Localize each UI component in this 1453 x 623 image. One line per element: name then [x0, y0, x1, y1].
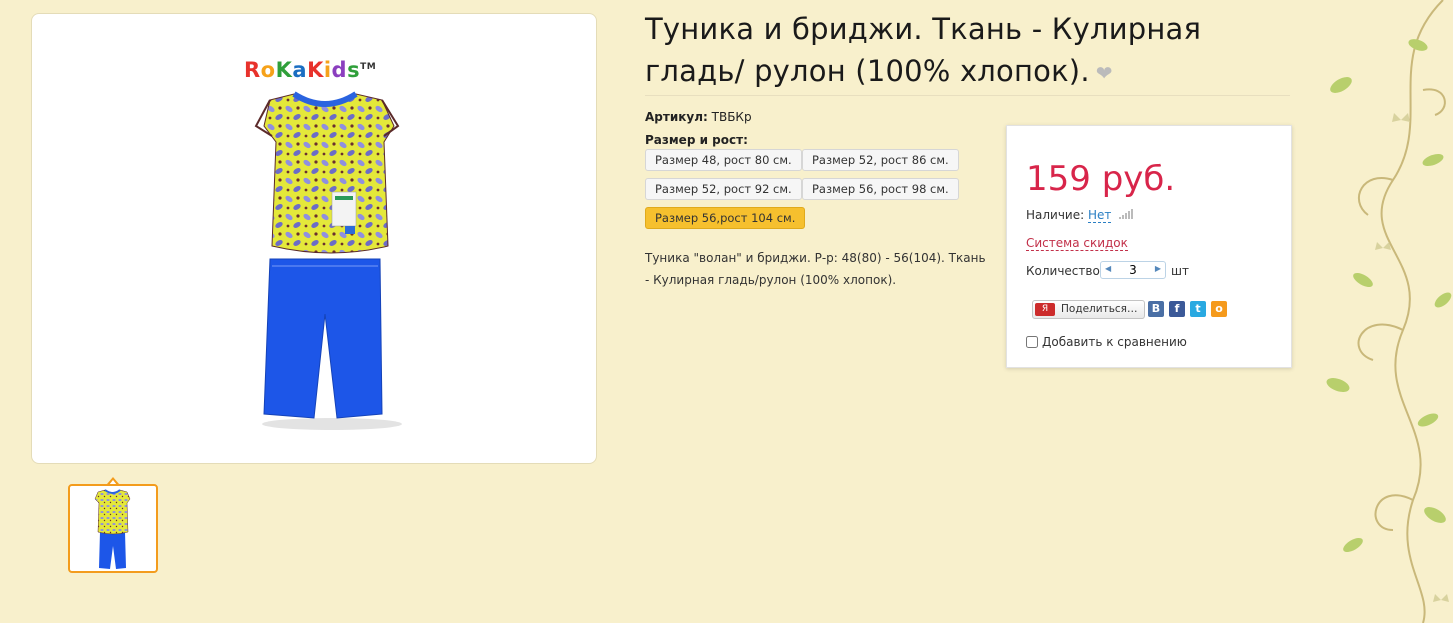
share-button-label: Поделиться… [1061, 303, 1138, 315]
quantity-input[interactable] [1116, 263, 1150, 277]
facebook-icon[interactable]: f [1169, 301, 1185, 317]
discount-system-link[interactable]: Система скидок [1026, 236, 1128, 251]
twitter-icon[interactable]: t [1190, 301, 1206, 317]
title-divider [645, 95, 1290, 96]
product-description: Туника "волан" и бриджи. Р-р: 48(80) - 5… [645, 251, 986, 287]
product-thumbnail[interactable] [68, 484, 158, 573]
availability: Наличие: Нет [1026, 208, 1134, 223]
buy-panel: 159 руб. Наличие: Нет Система скидок Кол… [1006, 125, 1292, 368]
size-option[interactable]: Размер 48, рост 80 см. [645, 149, 802, 171]
compare-checkbox[interactable] [1026, 336, 1038, 348]
size-label: Размер и рост: [645, 133, 748, 147]
product-title: Туника и бриджи. Ткань - Кулирная гладь/… [645, 8, 1285, 94]
thumbnail-pointer [107, 477, 119, 485]
heart-icon[interactable]: ❤ [1096, 52, 1113, 94]
compare-label: Добавить к сравнению [1042, 335, 1187, 349]
increment-arrow-icon[interactable]: ▶ [1155, 264, 1161, 273]
size-option[interactable]: Размер 52, рост 86 см. [802, 149, 959, 171]
quantity-unit: шт [1171, 264, 1189, 278]
odnoklassniki-icon[interactable]: о [1211, 301, 1227, 317]
decrement-arrow-icon[interactable]: ◀ [1105, 264, 1111, 273]
size-option-selected[interactable]: Размер 56,рост 104 см. [645, 207, 806, 229]
compare-option[interactable]: Добавить к сравнению [1026, 335, 1187, 349]
product-title-text: Туника и бриджи. Ткань - Кулирная гладь/… [645, 12, 1202, 88]
quantity-label: Количество: [1026, 264, 1104, 278]
yandex-share-icon: Я [1035, 303, 1055, 316]
decorative-vine [1326, 0, 1452, 623]
product-image[interactable]: RoKaKidsTM [31, 13, 597, 464]
sku: Артикул: ТВБКр [645, 110, 752, 124]
quantity-stepper: ◀ ▶ [1100, 261, 1166, 279]
size-option[interactable]: Размер 52, рост 92 см. [645, 178, 802, 200]
outfit-illustration [254, 91, 402, 430]
sku-label: Артикул: [645, 110, 708, 124]
sku-value: ТВБКр [711, 110, 752, 124]
availability-value[interactable]: Нет [1088, 208, 1112, 223]
price: 159 руб. [1026, 159, 1176, 199]
vk-icon[interactable]: B [1148, 301, 1164, 317]
thumbnail-image [94, 489, 131, 569]
signal-bars-icon [1119, 208, 1134, 222]
availability-label: Наличие: [1026, 208, 1085, 222]
size-option[interactable]: Размер 56, рост 98 см. [802, 178, 959, 200]
share-button[interactable]: Я Поделиться… [1032, 300, 1145, 319]
